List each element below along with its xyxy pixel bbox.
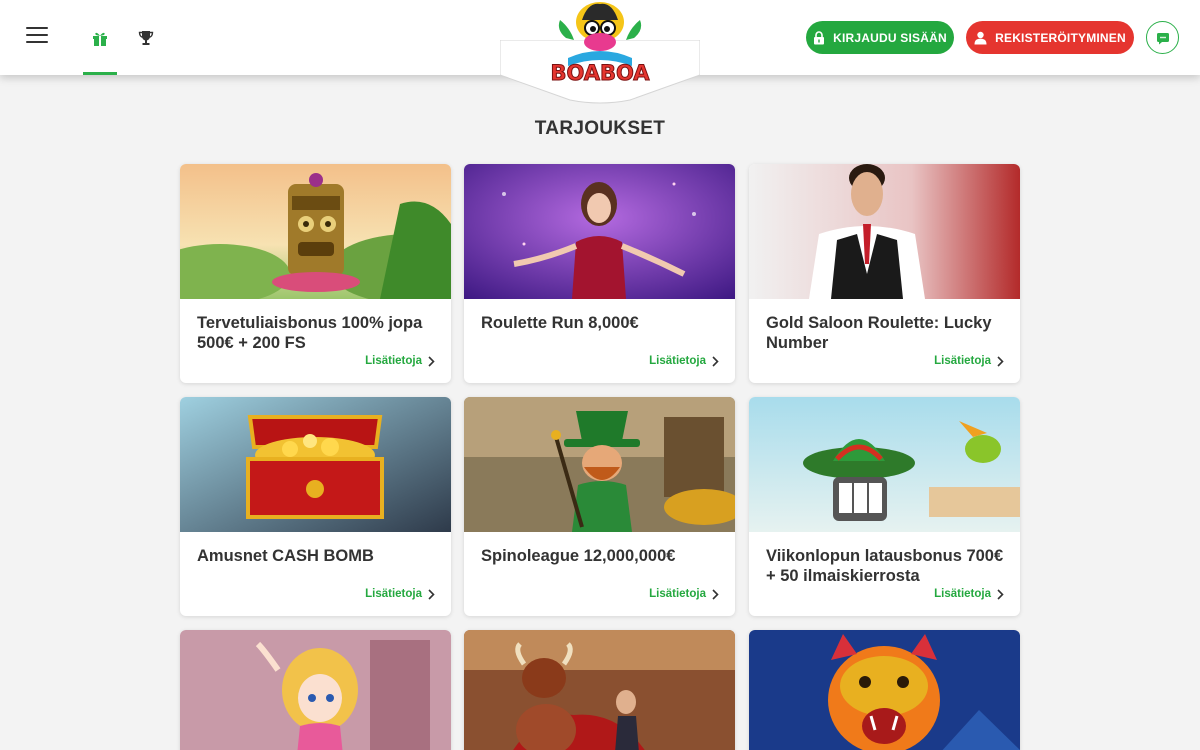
more-info-label: Lisätietoja xyxy=(365,355,422,367)
trophy-icon[interactable] xyxy=(129,24,163,52)
promo-image-leprechaun xyxy=(464,397,735,532)
chevron-right-icon xyxy=(997,355,1004,367)
more-info-link[interactable]: Lisätietoja xyxy=(649,588,719,600)
login-button[interactable]: KIRJAUDU SISÄÄN xyxy=(806,21,954,54)
promo-card[interactable] xyxy=(464,630,735,750)
promo-image-anime-maid xyxy=(180,630,451,750)
more-info-link[interactable]: Lisätietoja xyxy=(365,588,435,600)
promo-title: Amusnet CASH BOMB xyxy=(197,547,374,565)
chevron-right-icon xyxy=(712,588,719,600)
promo-title: Spinoleague 12,000,000€ xyxy=(481,547,676,565)
more-info-label: Lisätietoja xyxy=(934,355,991,367)
promo-image-tiki xyxy=(180,164,451,299)
promo-title: Viikonlopun latausbonus 700€ + 50 ilmais… xyxy=(766,547,1004,585)
user-plus-icon xyxy=(974,31,987,44)
register-button[interactable]: REKISTERÖITYMINEN xyxy=(966,21,1134,54)
more-info-label: Lisätietoja xyxy=(649,588,706,600)
promo-card[interactable]: Tervetuliaisbonus 100% jopa 500€ + 200 F… xyxy=(180,164,451,383)
promo-card[interactable]: Amusnet CASH BOMB Lisätietoja xyxy=(180,397,451,616)
boaboa-logo[interactable]: BOABOA xyxy=(548,0,652,98)
promo-title: Gold Saloon Roulette: Lucky Number xyxy=(766,314,992,352)
chevron-right-icon xyxy=(712,355,719,367)
more-info-label: Lisätietoja xyxy=(649,355,706,367)
promo-image-dealer xyxy=(749,164,1020,299)
more-info-link[interactable]: Lisätietoja xyxy=(365,355,435,367)
chevron-right-icon xyxy=(428,355,435,367)
chevron-right-icon xyxy=(428,588,435,600)
promo-image-tiger xyxy=(749,630,1020,750)
promo-image-bull-fighter xyxy=(464,630,735,750)
promo-card[interactable]: Spinoleague 12,000,000€ Lisätietoja xyxy=(464,397,735,616)
lock-icon xyxy=(814,30,825,44)
promo-card[interactable] xyxy=(180,630,451,750)
promo-title: Tervetuliaisbonus 100% jopa 500€ + 200 F… xyxy=(197,314,423,352)
page-title: TARJOUKSET xyxy=(534,118,666,139)
active-tab-indicator xyxy=(83,72,117,75)
logo-text: BOABOA xyxy=(550,61,650,85)
more-info-label: Lisätietoja xyxy=(365,588,422,600)
chat-icon[interactable] xyxy=(1146,21,1179,54)
promo-image-sombrero-slot xyxy=(749,397,1020,532)
promo-card[interactable]: Roulette Run 8,000€ Lisätietoja xyxy=(464,164,735,383)
more-info-link[interactable]: Lisätietoja xyxy=(934,588,1004,600)
more-info-link[interactable]: Lisätietoja xyxy=(649,355,719,367)
promo-card[interactable] xyxy=(749,630,1020,750)
more-info-link[interactable]: Lisätietoja xyxy=(934,355,1004,367)
gift-icon[interactable] xyxy=(83,24,117,52)
promo-card[interactable]: Viikonlopun latausbonus 700€ + 50 ilmais… xyxy=(749,397,1020,616)
hamburger-icon[interactable] xyxy=(26,27,48,45)
promo-image-treasure-chest xyxy=(180,397,451,532)
more-info-label: Lisätietoja xyxy=(934,588,991,600)
login-label: KIRJAUDU SISÄÄN xyxy=(833,30,947,45)
promo-card[interactable]: Gold Saloon Roulette: Lucky Number Lisät… xyxy=(749,164,1020,383)
promo-title: Roulette Run 8,000€ xyxy=(481,314,639,332)
promo-image-roulette-host xyxy=(464,164,735,299)
chevron-right-icon xyxy=(997,588,1004,600)
register-label: REKISTERÖITYMINEN xyxy=(995,30,1126,45)
